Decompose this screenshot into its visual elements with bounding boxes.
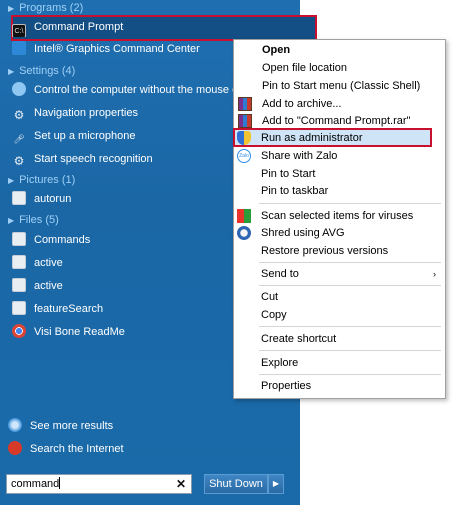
menu-item-cut[interactable]: Cut bbox=[233, 288, 444, 306]
menu-item-label: Copy bbox=[261, 309, 287, 321]
menu-separator bbox=[259, 203, 441, 204]
section-header-pictures[interactable]: ▶ Pictures (1) bbox=[8, 172, 75, 188]
text-cursor bbox=[59, 477, 61, 489]
menu-item-label: Create shortcut bbox=[261, 333, 337, 345]
file-icon bbox=[12, 278, 26, 292]
menu-separator bbox=[259, 285, 441, 286]
section-header-label: Programs (2) bbox=[19, 2, 84, 14]
files-label: active bbox=[34, 257, 63, 269]
intel-icon bbox=[12, 41, 26, 55]
settings-label: Start speech recognition bbox=[34, 153, 153, 165]
file-icon bbox=[12, 301, 26, 315]
internet-search-icon bbox=[8, 441, 22, 455]
menu-item-send-to[interactable]: Send to › bbox=[233, 265, 444, 283]
menu-item-label: Send to bbox=[261, 268, 299, 280]
section-header-label: Pictures (1) bbox=[19, 174, 76, 186]
program-item-command-prompt[interactable]: C:\ Command Prompt bbox=[12, 17, 292, 37]
search-input[interactable]: command ✕ bbox=[6, 474, 192, 494]
section-header-label: Files (5) bbox=[19, 214, 59, 226]
menu-item-label: Run as administrator bbox=[261, 132, 363, 144]
section-header-settings[interactable]: ▶ Settings (4) bbox=[8, 63, 75, 79]
menu-item-properties[interactable]: Properties bbox=[233, 377, 444, 395]
file-icon bbox=[12, 232, 26, 246]
gear-icon: ⚙ bbox=[13, 108, 25, 122]
menu-item-label: Scan selected items for viruses bbox=[261, 210, 414, 222]
files-label: active bbox=[34, 280, 63, 292]
see-more-label: See more results bbox=[30, 420, 114, 432]
menu-item-label: Restore previous versions bbox=[261, 245, 389, 257]
chrome-icon bbox=[12, 324, 26, 338]
expand-triangle-icon: ▶ bbox=[8, 216, 15, 225]
menu-separator bbox=[259, 326, 441, 327]
expand-triangle-icon: ▶ bbox=[8, 176, 15, 185]
file-icon bbox=[12, 191, 26, 205]
malwarebytes-icon bbox=[237, 209, 251, 223]
files-label: Visi Bone ReadMe bbox=[34, 326, 125, 338]
section-header-label: Settings (4) bbox=[19, 65, 76, 77]
menu-separator bbox=[259, 350, 441, 351]
zalo-icon: Zalo bbox=[237, 149, 251, 163]
menu-item-label: Pin to taskbar bbox=[261, 185, 329, 197]
menu-item-label: Shred using AVG bbox=[261, 227, 345, 239]
menu-item-restore-previous-versions[interactable]: Restore previous versions bbox=[233, 242, 444, 260]
program-label: Intel® Graphics Command Center bbox=[34, 43, 200, 55]
shut-down-button[interactable]: Shut Down bbox=[204, 474, 268, 494]
search-results-icon bbox=[8, 418, 22, 432]
menu-item-run-as-administrator[interactable]: Run as administrator bbox=[233, 129, 444, 147]
files-label: Commands bbox=[34, 234, 91, 246]
menu-item-scan-viruses[interactable]: Scan selected items for viruses bbox=[233, 207, 444, 225]
menu-item-explore[interactable]: Explore bbox=[233, 354, 444, 372]
menu-item-pin-to-taskbar[interactable]: Pin to taskbar bbox=[233, 182, 444, 200]
cmd-icon: C:\ bbox=[12, 24, 26, 37]
pictures-label: autorun bbox=[34, 193, 72, 205]
shut-down-options-arrow-icon[interactable]: ▶ bbox=[268, 474, 284, 494]
see-more-results-link[interactable]: See more results bbox=[8, 416, 288, 436]
search-input-value: command bbox=[11, 478, 60, 490]
files-label: featureSearch bbox=[34, 303, 104, 315]
section-header-programs[interactable]: ▶ Programs (2) bbox=[8, 0, 83, 16]
expand-triangle-icon: ▶ bbox=[8, 67, 15, 76]
menu-item-label: Properties bbox=[261, 380, 312, 392]
menu-item-label: Share with Zalo bbox=[261, 150, 338, 162]
menu-item-share-with-zalo[interactable]: Zalo Share with Zalo bbox=[233, 147, 444, 165]
submenu-arrow-icon: › bbox=[433, 269, 436, 279]
menu-item-label: Explore bbox=[261, 357, 299, 369]
search-internet-link[interactable]: Search the Internet bbox=[8, 439, 288, 459]
avg-icon bbox=[237, 226, 251, 240]
menu-item-copy[interactable]: Copy bbox=[233, 306, 444, 324]
menu-item-pin-to-start[interactable]: Pin to Start bbox=[233, 165, 444, 183]
gear-icon: ⚙ bbox=[13, 154, 25, 168]
uac-shield-icon bbox=[237, 131, 251, 145]
menu-item-shred-avg[interactable]: Shred using AVG bbox=[233, 224, 444, 242]
section-header-files[interactable]: ▶ Files (5) bbox=[8, 212, 59, 228]
settings-label: Set up a microphone bbox=[34, 130, 136, 142]
search-internet-label: Search the Internet bbox=[30, 443, 124, 455]
program-label: Command Prompt bbox=[34, 21, 124, 33]
control-panel-icon bbox=[12, 82, 26, 96]
settings-label: Control the computer without the mouse o… bbox=[34, 84, 251, 96]
menu-separator bbox=[259, 262, 441, 263]
menu-separator bbox=[259, 374, 441, 375]
file-icon bbox=[12, 255, 26, 269]
context-menu-items-layer: Run as administrator Zalo Share with Zalo… bbox=[233, 39, 446, 399]
settings-label: Navigation properties bbox=[34, 107, 138, 119]
microphone-icon: 🎤︎ bbox=[13, 134, 25, 144]
menu-item-create-shortcut[interactable]: Create shortcut bbox=[233, 330, 444, 348]
menu-item-label: Pin to Start bbox=[261, 168, 316, 180]
menu-item-label: Cut bbox=[261, 291, 279, 303]
clear-search-icon[interactable]: ✕ bbox=[176, 475, 186, 493]
